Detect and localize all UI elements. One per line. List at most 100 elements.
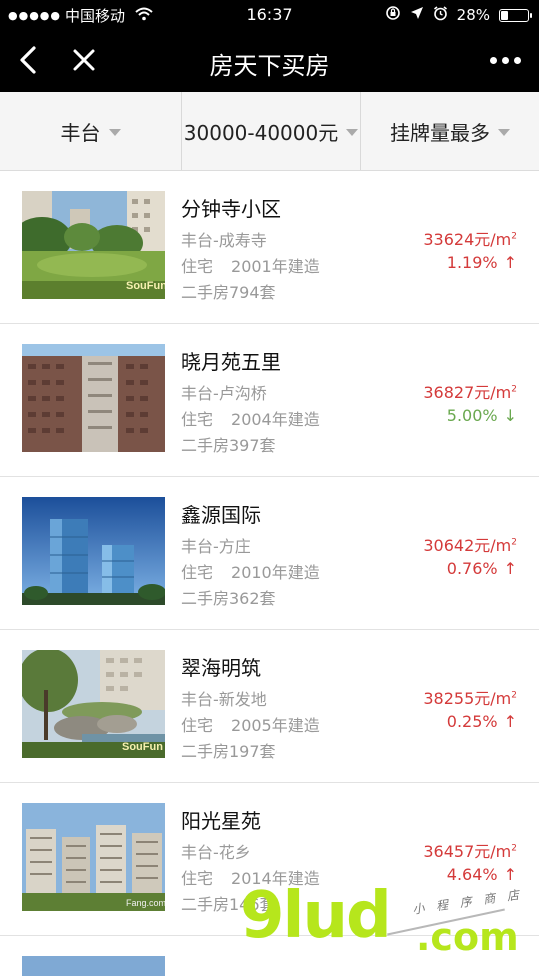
trend-up-icon: ↑ — [503, 865, 517, 884]
listing-item[interactable]: 鑫源国际 丰台-方庄 住宅 2010年建造 二手房362套 30642元/m2 0… — [0, 477, 539, 630]
back-button[interactable] — [10, 40, 46, 80]
listing-item[interactable]: SouFun 翠海明筑 丰台-新发地 住宅 2005年建造 二手房197套 382… — [0, 630, 539, 783]
price-value: 33624元/m — [423, 230, 512, 249]
trend-up-icon: ↑ — [503, 559, 517, 578]
price-value: 30642元/m — [423, 536, 512, 555]
price-change: 4.64% ↑ — [447, 865, 517, 884]
close-button[interactable] — [64, 40, 104, 80]
listing-count: 二手房197套 — [181, 742, 276, 761]
district-filter-label: 丰台 — [60, 120, 101, 145]
listing-built-year: 2004年建造 — [231, 410, 320, 429]
listing-area: 丰台-成寿寺 — [181, 231, 267, 250]
price-change: 5.00% ↓ — [447, 406, 517, 425]
sort-filter[interactable]: 挂牌量最多 — [360, 92, 539, 170]
price-value: 36827元/m — [423, 383, 512, 402]
price-unit-superscript: 2 — [511, 843, 517, 854]
change-value: 4.64% — [446, 865, 498, 884]
carrier-label: 中国移动 — [65, 7, 126, 25]
district-filter[interactable]: 丰台 — [0, 92, 181, 170]
wifi-icon — [135, 7, 153, 25]
listing-built-year: 2010年建造 — [231, 563, 320, 582]
photo-watermark: SouFun — [126, 280, 165, 292]
navigation-bar: 房天下买房 — [0, 30, 539, 92]
listing-count: 二手房362套 — [181, 589, 276, 608]
price-filter-label: 30000-40000元 — [183, 120, 339, 145]
listing-photo: SouFun — [22, 191, 165, 299]
more-dot-icon — [513, 56, 521, 64]
trend-down-icon: ↓ — [503, 406, 517, 425]
listing-area: 丰台-卢沟桥 — [181, 384, 267, 403]
listing-name: 翠海明筑 — [181, 656, 261, 680]
caret-down-icon — [108, 128, 121, 136]
price-unit-superscript: 2 — [511, 231, 517, 242]
battery-icon — [499, 8, 532, 22]
trend-up-icon: ↑ — [503, 253, 517, 272]
listing-name: 鑫源国际 — [181, 503, 261, 527]
listing-photo: SouFun — [22, 650, 165, 758]
listing-item[interactable]: 晓月苑五里 丰台-卢沟桥 住宅 2004年建造 二手房397套 36827元/m2… — [0, 324, 539, 477]
listing-meta: 住宅 2004年建造 — [181, 406, 320, 430]
location-arrow-icon — [410, 6, 424, 24]
listing-price: 38255元/m2 — [423, 685, 517, 709]
listing-price: 36457元/m2 — [423, 838, 517, 862]
close-icon — [73, 49, 95, 71]
more-dot-icon — [501, 56, 509, 64]
listing-count: 二手房794套 — [181, 283, 276, 302]
status-bar: ●●●●● 中国移动 16:37 28% — [0, 0, 539, 30]
listing-area: 丰台-新发地 — [181, 690, 267, 709]
caret-down-icon — [346, 128, 359, 136]
listing-count: 二手房146套 — [181, 895, 276, 914]
price-value: 36457元/m — [423, 842, 512, 861]
sort-filter-label: 挂牌量最多 — [390, 120, 490, 145]
listing-type: 住宅 — [181, 869, 214, 888]
price-change: 0.76% ↑ — [447, 559, 517, 578]
listing-type: 住宅 — [181, 716, 214, 735]
price-unit-superscript: 2 — [511, 384, 517, 395]
price-value: 38255元/m — [423, 689, 512, 708]
more-dot-icon — [489, 56, 497, 64]
listing-built-year: 2014年建造 — [231, 869, 320, 888]
listing-meta: 住宅 2001年建造 — [181, 253, 320, 277]
listing-price: 36827元/m2 — [423, 379, 517, 403]
listing-meta: 住宅 2014年建造 — [181, 865, 320, 889]
price-filter[interactable]: 30000-40000元 — [181, 92, 360, 170]
listing-item-partial[interactable] — [0, 936, 539, 976]
change-value: 0.25% — [446, 712, 498, 731]
listing-type: 住宅 — [181, 410, 214, 429]
photo-watermark: SouFun — [122, 741, 163, 753]
photo-watermark: Fang.com — [126, 898, 165, 908]
caret-down-icon — [498, 128, 510, 136]
change-value: 5.00% — [446, 406, 498, 425]
listing-photo — [22, 956, 165, 976]
listing-area: 丰台-方庄 — [181, 537, 251, 556]
listing-meta: 住宅 2010年建造 — [181, 559, 320, 583]
listing-type: 住宅 — [181, 563, 214, 582]
price-unit-superscript: 2 — [511, 537, 517, 548]
listing-price: 33624元/m2 — [423, 226, 517, 250]
price-unit-superscript: 2 — [511, 690, 517, 701]
listing-name: 分钟寺小区 — [181, 197, 281, 221]
filter-bar: 丰台 30000-40000元 挂牌量最多 — [0, 92, 539, 171]
signal-icon: ●●●●● — [8, 9, 61, 22]
change-value: 0.76% — [446, 559, 498, 578]
listing-built-year: 2001年建造 — [231, 257, 320, 276]
alarm-icon — [433, 5, 448, 25]
price-change: 0.25% ↑ — [447, 712, 517, 731]
listing-meta: 住宅 2005年建造 — [181, 712, 320, 736]
listing-count: 二手房397套 — [181, 436, 276, 455]
more-options-button[interactable] — [483, 42, 527, 78]
listing-built-year: 2005年建造 — [231, 716, 320, 735]
price-change: 1.19% ↑ — [447, 253, 517, 272]
listing-price: 30642元/m2 — [423, 532, 517, 556]
listing-area: 丰台-花乡 — [181, 843, 251, 862]
trend-up-icon: ↑ — [503, 712, 517, 731]
rotation-lock-icon — [385, 5, 401, 25]
listing-photo: Fang.com — [22, 803, 165, 911]
listing-type: 住宅 — [181, 257, 214, 276]
chevron-left-icon — [20, 46, 36, 74]
listing-item[interactable]: SouFun 分钟寺小区 丰台-成寿寺 住宅 2001年建造 二手房794套 33… — [0, 171, 539, 324]
listing-photo — [22, 344, 165, 452]
battery-percent: 28% — [456, 6, 490, 24]
listing-item[interactable]: Fang.com 阳光星苑 丰台-花乡 住宅 2014年建造 二手房146套 36… — [0, 783, 539, 936]
change-value: 1.19% — [446, 253, 498, 272]
